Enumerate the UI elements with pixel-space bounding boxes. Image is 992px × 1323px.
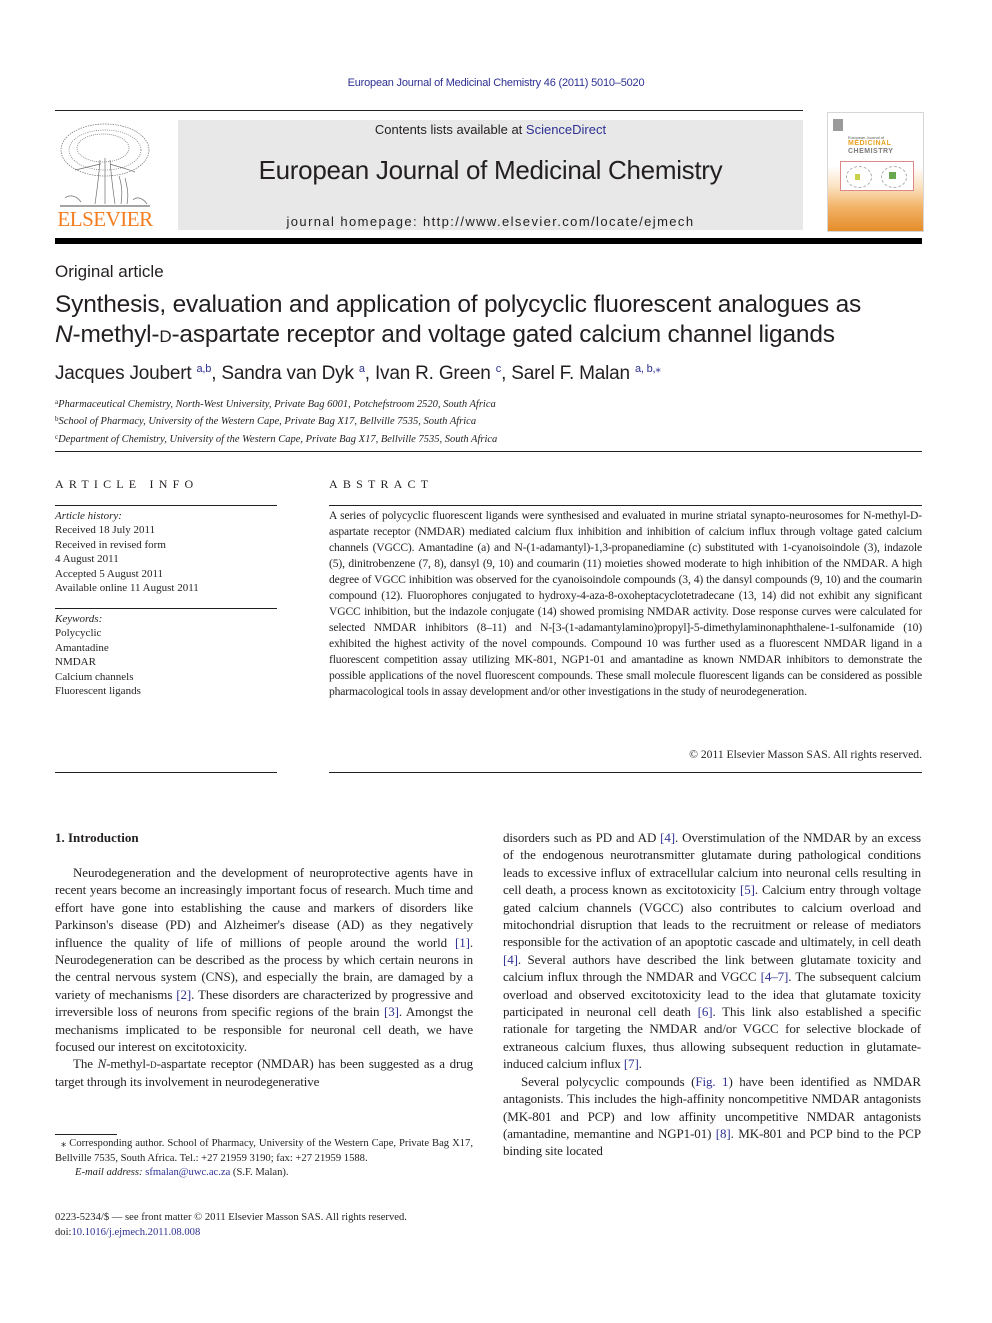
article-history: Article history: Received 18 July 2011 R… bbox=[55, 509, 199, 595]
citation-link[interactable]: [4–7] bbox=[761, 969, 789, 984]
citation-link[interactable]: [7] bbox=[624, 1056, 639, 1071]
cover-figure-mark-left bbox=[855, 174, 860, 180]
contents-prefix: Contents lists available at bbox=[374, 122, 526, 137]
author[interactable]: Sarel F. Malan a, b,⁎ bbox=[511, 363, 661, 384]
doi-link[interactable]: 10.1016/j.ejmech.2011.08.008 bbox=[71, 1227, 200, 1238]
sciencedirect-link[interactable]: ScienceDirect bbox=[526, 122, 606, 137]
paragraph: Neurodegeneration and the development of… bbox=[55, 865, 473, 1055]
abstract-heading: ABSTRACT bbox=[329, 477, 434, 491]
issn-line: 0223-5234/$ — see front matter © 2011 El… bbox=[55, 1212, 407, 1223]
journal-title: European Journal of Medicinal Chemistry bbox=[258, 155, 723, 185]
paragraph: The N-methyl-d-aspartate receptor (NMDAR… bbox=[55, 1056, 474, 1089]
section-heading-introduction: 1. Introduction bbox=[55, 830, 139, 845]
title-d-smallcaps: d bbox=[159, 321, 172, 348]
email-link[interactable]: sfmalan@uwc.ac.za bbox=[145, 1167, 230, 1178]
title-italic-n: N bbox=[55, 321, 73, 348]
journal-citation-link[interactable]: European Journal of Medicinal Chemistry … bbox=[0, 77, 992, 89]
author-affiliation-mark[interactable]: a,b bbox=[197, 363, 212, 375]
history-item: Available online 11 August 2011 bbox=[55, 582, 199, 595]
citation-link[interactable]: [6] bbox=[698, 1004, 713, 1019]
journal-cover-thumbnail[interactable]: European Journal of MEDICINAL CHEMISTRY bbox=[827, 112, 924, 232]
header-thick-rule bbox=[55, 238, 922, 244]
keyword: Fluorescent ligands bbox=[55, 685, 141, 698]
keywords: Keywords: Polycyclic Amantadine NMDAR Ca… bbox=[55, 612, 141, 698]
keywords-label: Keywords: bbox=[55, 613, 103, 625]
keyword: Amantadine bbox=[55, 641, 109, 654]
cover-figure bbox=[840, 161, 914, 191]
journal-homepage-link[interactable]: journal homepage: http://www.elsevier.co… bbox=[178, 214, 803, 229]
citation-link[interactable]: [2] bbox=[176, 987, 191, 1002]
keyword: NMDAR bbox=[55, 656, 96, 669]
contents-line: Contents lists available at ScienceDirec… bbox=[178, 122, 803, 137]
abstract-rule bbox=[329, 772, 922, 773]
citation-link[interactable]: [4] bbox=[660, 830, 675, 845]
title-line-2: N-methyl-d-aspartate receptor and voltag… bbox=[55, 320, 925, 350]
citation-link[interactable]: [8] bbox=[716, 1126, 731, 1141]
affiliations: aPharmaceutical Chemistry, North-West Un… bbox=[55, 395, 497, 447]
article-title: Synthesis, evaluation and application of… bbox=[55, 290, 925, 350]
abstract-copyright: © 2011 Elsevier Masson SAS. All rights r… bbox=[689, 748, 922, 761]
title-rest: -aspartate receptor and voltage gated ca… bbox=[171, 321, 835, 348]
title-methyl: -methyl- bbox=[72, 321, 160, 348]
footnote-rule bbox=[55, 1134, 117, 1135]
doi-line: doi:10.1016/j.ejmech.2011.08.008 bbox=[55, 1226, 201, 1238]
elsevier-mini-logo-icon bbox=[833, 119, 843, 131]
article-info-rule bbox=[55, 608, 277, 609]
history-item: Accepted 5 August 2011 bbox=[55, 567, 164, 580]
paragraph: Several polycyclic compounds (Fig. 1) ha… bbox=[503, 1073, 921, 1159]
footnote: ⁎ Corresponding author. School of Pharma… bbox=[55, 1137, 473, 1181]
figure-link[interactable]: Fig. 1 bbox=[695, 1074, 728, 1089]
history-label: Article history: bbox=[55, 510, 122, 522]
author-affiliation-mark[interactable]: a, b,⁎ bbox=[635, 363, 661, 375]
article-info-rule bbox=[55, 505, 277, 506]
citation-link[interactable]: [5] bbox=[740, 882, 755, 897]
affiliation: aPharmaceutical Chemistry, North-West Un… bbox=[55, 398, 496, 410]
affiliation: cDepartment of Chemistry, University of … bbox=[55, 432, 498, 445]
cover-line3: CHEMISTRY bbox=[848, 148, 894, 155]
article-info-heading: ARTICLE INFO bbox=[55, 477, 199, 491]
abstract-text: A series of polycyclic fluorescent ligan… bbox=[329, 509, 922, 698]
front-matter: 0223-5234/$ — see front matter © 2011 El… bbox=[55, 1211, 485, 1240]
paragraph: disorders such as PD and AD [4]. Oversti… bbox=[503, 830, 921, 1072]
article-type: Original article bbox=[55, 262, 164, 281]
elsevier-wordmark: ELSEVIER bbox=[57, 207, 153, 231]
title-block-rule bbox=[55, 451, 922, 452]
author[interactable]: Jacques Joubert a,b bbox=[55, 363, 211, 384]
header-rule bbox=[55, 110, 803, 111]
abstract-rule bbox=[329, 505, 922, 506]
article-info-rule bbox=[55, 772, 277, 773]
body-column-left: Neurodegeneration and the development of… bbox=[55, 864, 473, 1090]
elsevier-logo[interactable]: ELSEVIER bbox=[55, 120, 155, 232]
citation-link[interactable]: [1] bbox=[455, 935, 470, 950]
cover-figure-mark-right bbox=[889, 172, 896, 179]
title-line-1: Synthesis, evaluation and application of… bbox=[55, 291, 862, 318]
keyword: Calcium channels bbox=[55, 670, 134, 683]
author-list: Jacques Joubert a,b, Sandra van Dyk a, I… bbox=[55, 363, 661, 384]
citation-link[interactable]: [4] bbox=[503, 952, 518, 967]
history-item: 4 August 2011 bbox=[55, 553, 119, 566]
history-item: Received 18 July 2011 bbox=[55, 524, 156, 537]
cover-line2: MEDICINAL bbox=[848, 140, 892, 147]
keyword: Polycyclic bbox=[55, 627, 102, 640]
corresponding-author-note: ⁎ Corresponding author. School of Pharma… bbox=[55, 1138, 473, 1164]
history-item: Received in revised form bbox=[55, 538, 166, 551]
body-column-right: disorders such as PD and AD [4]. Oversti… bbox=[503, 829, 921, 1160]
author[interactable]: Ivan R. Green c bbox=[375, 363, 501, 384]
citation-link[interactable]: [3] bbox=[384, 1004, 399, 1019]
affiliation: bSchool of Pharmacy, University of the W… bbox=[55, 415, 477, 428]
author[interactable]: Sandra van Dyk a bbox=[221, 363, 365, 384]
email-line: E-mail address: sfmalan@uwc.ac.za (S.F. … bbox=[75, 1167, 289, 1178]
tree-icon bbox=[60, 123, 150, 207]
